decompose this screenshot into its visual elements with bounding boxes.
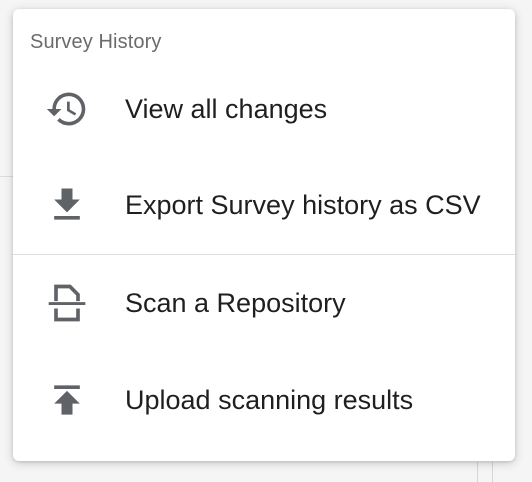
menu-header: Survey History xyxy=(30,31,162,53)
document-scanner-icon xyxy=(45,281,89,325)
menu-divider xyxy=(13,254,515,255)
menu-item-export-csv[interactable]: Export Survey history as CSV xyxy=(13,163,515,247)
background-column-border xyxy=(477,462,478,482)
menu-item-scan-repository[interactable]: Scan a Repository xyxy=(13,261,515,345)
history-icon xyxy=(45,87,89,131)
menu-item-label: View all changes xyxy=(125,94,328,124)
survey-history-menu: Survey History View all changes Export S… xyxy=(13,9,515,461)
menu-item-upload-results[interactable]: Upload scanning results xyxy=(13,358,515,442)
download-icon xyxy=(45,183,89,227)
upload-icon xyxy=(45,378,89,422)
background-column-border xyxy=(492,462,493,482)
menu-item-view-all-changes[interactable]: View all changes xyxy=(13,67,515,151)
menu-item-label: Export Survey history as CSV xyxy=(125,190,481,220)
menu-item-label: Scan a Repository xyxy=(125,288,346,318)
background-divider xyxy=(0,176,14,177)
menu-item-label: Upload scanning results xyxy=(125,385,414,415)
